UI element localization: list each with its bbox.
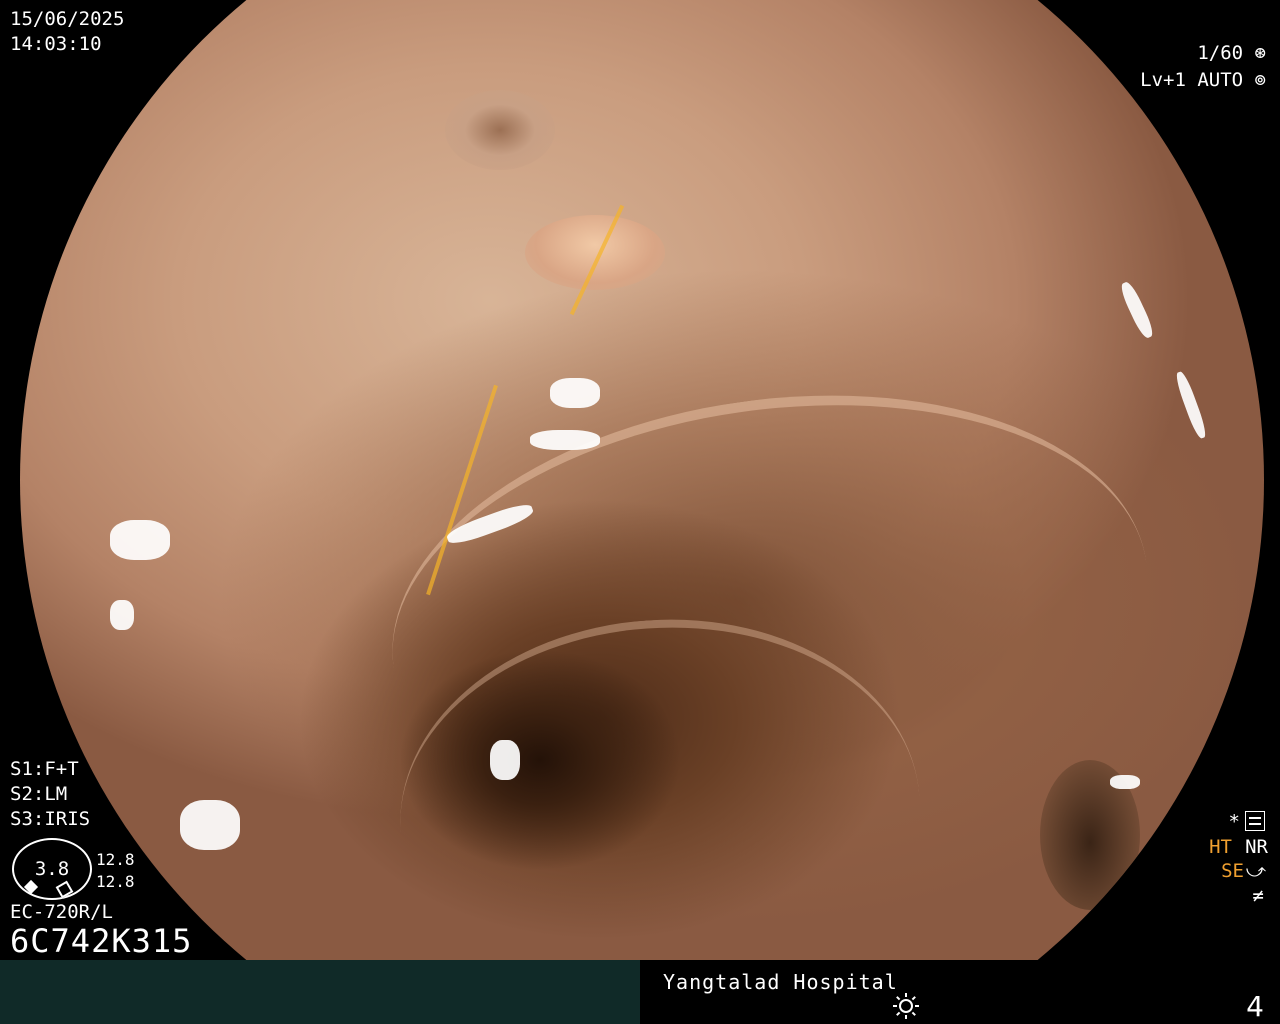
- light-reflection: [550, 378, 600, 408]
- switch-settings: S1:F+T S2:LM S3:IRIS: [10, 758, 90, 833]
- light-reflection: [1110, 775, 1140, 789]
- switch-setting: S1:F+T: [10, 758, 79, 780]
- aperture-icon: ⊛: [1254, 42, 1266, 64]
- exposure-value: Lv+1 AUTO: [1140, 69, 1244, 91]
- star-indicator: *: [1228, 811, 1240, 833]
- brightness-icon: [893, 993, 919, 1019]
- scope-model: EC-720R/L: [10, 901, 113, 923]
- light-reflection: [180, 800, 240, 850]
- auto-iris-icon: ⊚: [1254, 69, 1266, 91]
- exposure-level: Lv+1 AUTO ⊚: [1140, 69, 1266, 92]
- light-reflection: [1117, 279, 1157, 341]
- gauge-value: 3.8: [34, 858, 70, 880]
- scope-serial: 6C742K315: [10, 922, 193, 960]
- settings-icon: [1245, 811, 1265, 831]
- switch-setting: S2:LM: [10, 783, 68, 805]
- se-indicator: SE: [1221, 860, 1244, 882]
- shutter-value: 1/60: [1197, 42, 1244, 64]
- nr-indicator: NR: [1245, 836, 1268, 858]
- gauge-reading-1: 12.8: [96, 850, 135, 869]
- time: 14:03:10: [10, 33, 102, 55]
- tone-curve-icon: ⤻: [1245, 860, 1266, 882]
- fluid-droplet: [525, 215, 665, 290]
- shutter-speed: 1/60 ⊛: [1197, 42, 1266, 65]
- light-reflection: [110, 520, 170, 560]
- switch-setting: S3:IRIS: [10, 808, 91, 830]
- ht-indicator: HT: [1209, 836, 1232, 858]
- light-reflection: [1173, 370, 1209, 440]
- light-reflection: [110, 600, 134, 630]
- diverticulum: [445, 90, 555, 170]
- gauge-reading-2: 12.8: [96, 872, 135, 891]
- footer-left-panel: [0, 960, 640, 1024]
- light-reflection: [530, 430, 600, 450]
- flash-off-icon: ≠: [1252, 885, 1264, 907]
- endoscope-image: [20, 0, 1264, 960]
- light-reflection: [490, 740, 520, 780]
- bending-gauge: 3.8: [12, 838, 92, 900]
- hospital-name: Yangtalad Hospital: [663, 970, 898, 994]
- frame-number: 4: [1246, 990, 1264, 1023]
- date: 15/06/2025: [10, 8, 125, 30]
